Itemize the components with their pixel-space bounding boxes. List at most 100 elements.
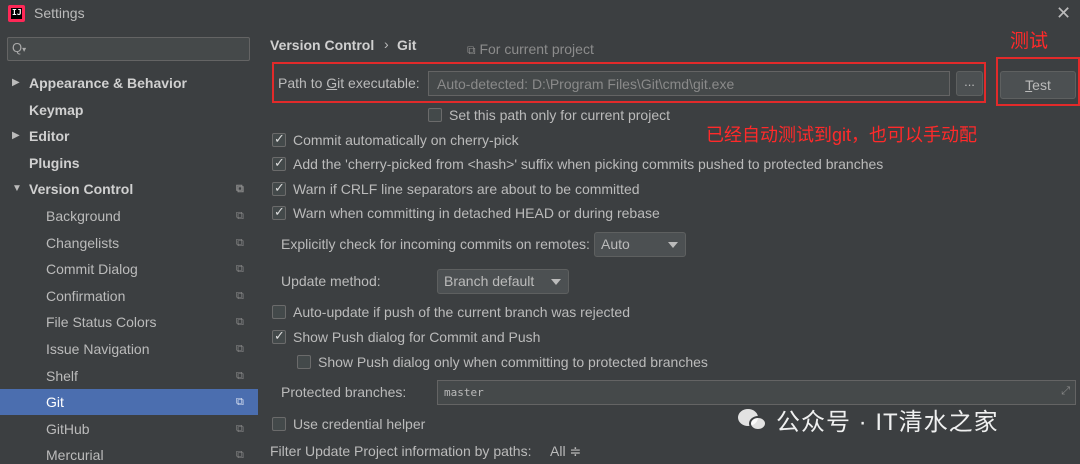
warn-crlf-label: Warn if CRLF line separators are about t… <box>293 181 640 197</box>
scope-label: For current project <box>479 41 594 57</box>
update-method-label: Update method: <box>281 273 381 289</box>
annotation-box-git-path <box>272 62 986 103</box>
incoming-commits-value: Auto <box>601 236 630 252</box>
expanded-arrow-icon[interactable]: ▼ <box>12 176 22 202</box>
project-scope-icon: ⧉ <box>236 396 244 409</box>
project-scope-icon: ⧉ <box>236 210 244 222</box>
credential-helper-checkbox[interactable] <box>272 417 286 431</box>
project-scope-icon: ⧉ <box>236 236 244 249</box>
show-push-option[interactable]: Show Push dialog for Commit and Push <box>272 327 540 347</box>
sidebar-item-github[interactable]: GitHub ⧉ <box>0 416 258 442</box>
show-push-protected-option[interactable]: Show Push dialog only when committing to… <box>297 352 708 372</box>
sidebar-item-appearance-behavior[interactable]: ▶ Appearance & Behavior <box>0 70 258 96</box>
sidebar-item-label: Editor <box>29 128 70 145</box>
sidebar-item-changelists[interactable]: Changelists ⧉ <box>0 230 258 256</box>
project-scope-icon: ⧉ <box>236 183 244 196</box>
sidebar-item-label: Changelists <box>46 234 120 251</box>
collapsed-arrow-icon[interactable]: ▶ <box>12 123 20 149</box>
sidebar-item-shelf[interactable]: Shelf ⧉ <box>0 363 258 389</box>
project-scope-icon: ⧉ <box>236 263 244 276</box>
filter-paths-label: Filter Update Project information by pat… <box>270 443 532 459</box>
breadcrumb-separator: › <box>384 36 389 52</box>
sidebar-item-issue-navigation[interactable]: Issue Navigation ⧉ <box>0 336 258 362</box>
sidebar-item-label: Git <box>46 394 64 411</box>
only-current-project-option[interactable]: Set this path only for current project <box>428 105 670 125</box>
sidebar-item-label: Appearance & Behavior <box>29 75 187 91</box>
update-method-select[interactable]: Branch default <box>437 269 569 294</box>
commit-cherry-pick-label: Commit automatically on cherry-pick <box>293 132 519 148</box>
sidebar-item-label: Version Control <box>29 181 134 198</box>
project-scope-icon: ⧉ <box>236 449 244 462</box>
auto-update-option[interactable]: Auto-update if push of the current branc… <box>272 302 630 322</box>
watermark: 公众号 · IT清水之家 <box>738 402 999 437</box>
breadcrumb-version-control: Version Control <box>270 37 375 53</box>
sidebar-item-editor[interactable]: ▶ Editor <box>0 123 258 149</box>
sidebar-item-label: Keymap <box>29 101 84 118</box>
sidebar-item-version-control[interactable]: ▼ Version Control ⧉ <box>0 176 258 202</box>
annotation-box-test <box>996 57 1080 106</box>
expand-icon[interactable]: ⤢ <box>1061 384 1070 398</box>
update-method-value: Branch default <box>444 273 535 289</box>
show-push-protected-label: Show Push dialog only when committing to… <box>318 354 708 370</box>
watermark-text: 公众号 · IT清水之家 <box>776 409 999 436</box>
filter-paths-select[interactable]: All ≑ <box>550 443 581 460</box>
annotation-test-note: 测试 <box>1010 31 1049 52</box>
show-push-checkbox[interactable] <box>272 328 286 344</box>
protected-branches-label: Protected branches: <box>281 384 407 400</box>
protected-branches-value: master <box>444 386 484 399</box>
auto-update-label: Auto-update if push of the current branc… <box>293 304 630 320</box>
project-scope-icon: ⧉ <box>236 289 244 302</box>
warn-detached-checkbox[interactable] <box>272 204 286 220</box>
show-push-protected-checkbox[interactable] <box>297 355 311 369</box>
window-title: Settings <box>34 5 85 21</box>
show-push-label: Show Push dialog for Commit and Push <box>293 329 541 345</box>
sidebar-item-label: File Status Colors <box>46 314 157 331</box>
collapsed-arrow-icon[interactable]: ▶ <box>12 70 20 96</box>
project-scope-icon: ⧉ <box>236 422 244 435</box>
project-scope-icon: ⧉ <box>236 316 244 329</box>
credential-helper-label: Use credential helper <box>293 416 426 432</box>
sidebar-item-label: GitHub <box>46 420 90 437</box>
warn-detached-option[interactable]: Warn when committing in detached HEAD or… <box>272 203 660 223</box>
sidebar-item-git[interactable]: Git ⧉ <box>0 389 258 416</box>
credential-helper-option[interactable]: Use credential helper <box>272 414 425 434</box>
project-scope-icon: ⧉ <box>467 43 476 57</box>
sidebar-item-keymap[interactable]: Keymap <box>0 97 258 123</box>
chevron-down-icon <box>668 242 678 248</box>
chevron-down-icon <box>551 279 561 285</box>
sidebar-item-plugins[interactable]: Plugins <box>0 150 258 176</box>
only-current-project-label: Set this path only for current project <box>449 107 670 123</box>
sidebar-item-label: Shelf <box>46 367 78 384</box>
warn-detached-label: Warn when committing in detached HEAD or… <box>293 205 660 221</box>
sidebar-item-label: Issue Navigation <box>46 341 150 357</box>
sidebar-item-file-status-colors[interactable]: File Status Colors ⧉ <box>0 309 258 335</box>
auto-update-checkbox[interactable] <box>272 305 286 319</box>
sidebar-item-label: Plugins <box>29 154 80 171</box>
commit-cherry-pick-checkbox[interactable] <box>272 131 286 147</box>
cherry-suffix-label: Add the 'cherry-picked from <hash>' suff… <box>293 156 884 172</box>
cherry-suffix-option[interactable]: Add the 'cherry-picked from <hash>' suff… <box>272 154 883 174</box>
sidebar-item-label: Mercurial <box>46 447 104 464</box>
sidebar-item-label: Confirmation <box>46 287 126 304</box>
sidebar-item-background[interactable]: Background ⧉ <box>0 203 258 229</box>
cherry-suffix-checkbox[interactable] <box>272 155 286 171</box>
settings-search-input[interactable] <box>7 37 250 61</box>
sidebar-item-commit-dialog[interactable]: Commit Dialog ⧉ <box>0 256 258 282</box>
intellij-logo-icon: IJ <box>8 5 25 22</box>
search-icon: Q▾ <box>12 40 27 55</box>
wechat-logo-icon <box>738 407 768 433</box>
sidebar-item-mercurial[interactable]: Mercurial ⧉ <box>0 442 258 464</box>
warn-crlf-option[interactable]: Warn if CRLF line separators are about t… <box>272 179 640 199</box>
annotation-main-note: 已经自动测试到git，也可以手动配 <box>706 125 978 145</box>
sidebar-item-label: Background <box>46 208 121 224</box>
close-icon[interactable]: ✕ <box>1056 3 1071 24</box>
commit-cherry-pick-option[interactable]: Commit automatically on cherry-pick <box>272 130 519 150</box>
sidebar-item-confirmation[interactable]: Confirmation ⧉ <box>0 283 258 309</box>
scope-indicator: ⧉ For current project <box>467 41 594 58</box>
breadcrumb-git: Git <box>397 37 417 53</box>
incoming-commits-label: Explicitly check for incoming commits on… <box>281 236 590 252</box>
only-current-project-checkbox[interactable] <box>428 108 442 122</box>
incoming-commits-select[interactable]: Auto <box>594 232 686 257</box>
sidebar-item-label: Commit Dialog <box>46 261 138 278</box>
warn-crlf-checkbox[interactable] <box>272 180 286 196</box>
